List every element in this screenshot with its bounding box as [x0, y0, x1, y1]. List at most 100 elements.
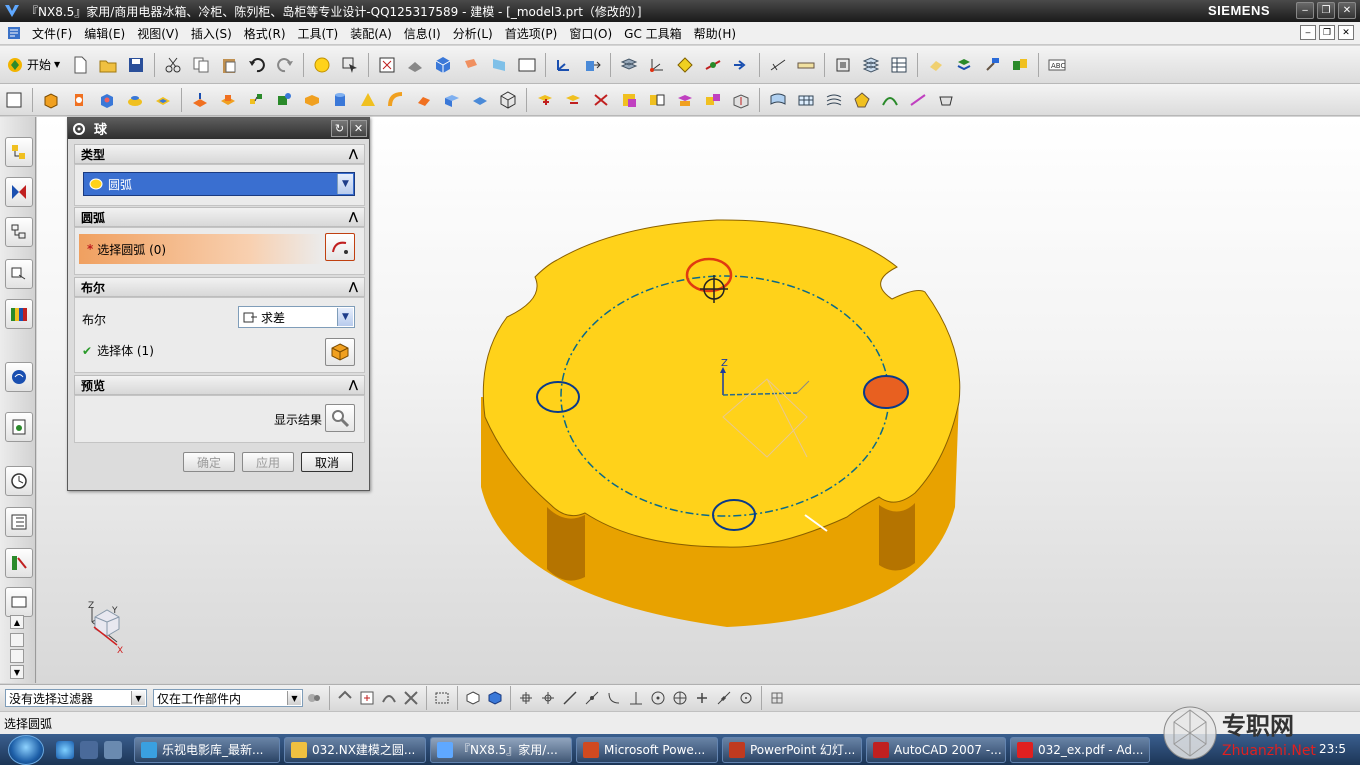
menu-information[interactable]: 信息(I)	[398, 25, 447, 42]
undo-button[interactable]	[245, 53, 269, 77]
process-studio-tab[interactable]	[5, 548, 33, 578]
taskbar-item-nx[interactable]: 『NX8.5』家用/...	[430, 736, 572, 763]
taskbar-item-video[interactable]: 乐视电影库_最新...	[134, 736, 280, 763]
assembly-navigator-tab[interactable]	[5, 137, 33, 167]
snap-point-on-face-button[interactable]	[737, 689, 755, 707]
layer-settings-button[interactable]	[617, 53, 641, 77]
mesh-surface-button[interactable]	[794, 88, 818, 112]
select-body-button[interactable]	[325, 338, 355, 366]
reuse-library-tab[interactable]	[5, 259, 33, 289]
shell-button[interactable]	[729, 88, 753, 112]
restore-button[interactable]: ❐	[1317, 2, 1335, 19]
thicken-button[interactable]	[468, 88, 492, 112]
snap-endpoint-button[interactable]	[517, 689, 535, 707]
system-materials-tab[interactable]	[5, 507, 33, 537]
windows-start-button[interactable]	[8, 734, 44, 765]
color-button[interactable]	[310, 53, 334, 77]
cylinder-button[interactable]	[328, 88, 352, 112]
menu-insert[interactable]: 插入(S)	[185, 25, 238, 42]
collapse-chevron-icon[interactable]: ⋀	[349, 378, 358, 391]
stack-button[interactable]	[859, 53, 883, 77]
arc-section-header[interactable]: 圆弧 ⋀	[74, 207, 365, 227]
snap-arc-center-button[interactable]	[649, 689, 667, 707]
stop-at-intersection-button[interactable]	[402, 689, 420, 707]
csys-button[interactable]	[645, 53, 669, 77]
dropdown-arrow-icon[interactable]: ▼	[337, 308, 353, 326]
collapse-chevron-icon[interactable]: ⋀	[349, 280, 358, 293]
cut-button[interactable]	[161, 53, 185, 77]
dropdown-arrow-icon[interactable]: ▼	[287, 691, 301, 705]
taskbar-item-powerpoint[interactable]: Microsoft Powe...	[576, 736, 718, 763]
select-arc-button[interactable]	[325, 233, 355, 261]
ruler-button[interactable]	[794, 53, 818, 77]
datum-csys-button[interactable]	[244, 88, 268, 112]
subtract-button[interactable]	[561, 88, 585, 112]
dropdown-arrow-icon[interactable]: ▼	[131, 691, 145, 705]
taskbar-item-autocad[interactable]: AutoCAD 2007 -...	[866, 736, 1006, 763]
menu-window[interactable]: 窗口(O)	[563, 25, 618, 42]
open-file-button[interactable]	[96, 53, 120, 77]
show-desktop-icon[interactable]	[80, 740, 98, 759]
menu-analysis[interactable]: 分析(L)	[447, 25, 499, 42]
select-body-filter-button[interactable]	[464, 689, 482, 707]
doc-close-button[interactable]: ✕	[1338, 25, 1354, 40]
snap-tangent-button[interactable]	[605, 689, 623, 707]
type-section-header[interactable]: 类型 ⋀	[74, 144, 365, 164]
intersect-button[interactable]	[589, 88, 613, 112]
scroll-up-arrow[interactable]: ▲	[10, 615, 24, 629]
shaded-view-button[interactable]	[431, 53, 455, 77]
select-all-button[interactable]	[358, 689, 376, 707]
bridge-button[interactable]	[878, 88, 902, 112]
snap-existing-point-button[interactable]	[693, 689, 711, 707]
select-body-row[interactable]: ✔ 选择体 (1)	[82, 342, 154, 359]
background-button[interactable]	[515, 53, 539, 77]
switch-windows-icon[interactable]	[104, 740, 122, 759]
start-button[interactable]: 开始 ▼	[0, 56, 66, 74]
scroll-track[interactable]	[10, 649, 24, 663]
snap-midpoint-button[interactable]	[539, 689, 557, 707]
sweep-button[interactable]	[384, 88, 408, 112]
doc-minimize-button[interactable]: ‒	[1300, 25, 1316, 40]
scale-body-button[interactable]	[701, 88, 725, 112]
apply-button[interactable]: 应用	[242, 452, 294, 472]
preview-section-header[interactable]: 预览 ⋀	[74, 375, 365, 395]
menu-tools[interactable]: 工具(T)	[292, 25, 345, 42]
n-sided-button[interactable]	[850, 88, 874, 112]
hammer-button[interactable]	[980, 53, 1004, 77]
offset-face-button[interactable]	[673, 88, 697, 112]
snap-point-on-curve-button[interactable]	[715, 689, 733, 707]
boolean-dropdown[interactable]: 求差 ▼	[238, 306, 355, 328]
surface-button[interactable]	[766, 88, 790, 112]
paste-button[interactable]	[217, 53, 241, 77]
fit-view-button[interactable]	[375, 53, 399, 77]
scroll-track[interactable]	[10, 633, 24, 647]
redo-button[interactable]	[273, 53, 297, 77]
dialog-title-bar[interactable]: 球 ↻ ✕	[68, 118, 369, 139]
hd3d-tools-tab[interactable]	[5, 299, 33, 329]
select-feature-button[interactable]	[336, 689, 354, 707]
face-tools-button[interactable]	[934, 88, 958, 112]
rectangle-select-button[interactable]	[433, 689, 451, 707]
wave-link-button[interactable]	[729, 53, 753, 77]
block-button[interactable]	[300, 88, 324, 112]
section-view-button[interactable]	[831, 53, 855, 77]
taskbar-item-pdf[interactable]: 032_ex.pdf - Ad...	[1010, 736, 1150, 763]
pad-button[interactable]	[216, 88, 240, 112]
filter-settings-button[interactable]	[305, 689, 323, 707]
copy-button[interactable]	[189, 53, 213, 77]
select-arc-row[interactable]: * 选择圆弧 (0)	[79, 234, 323, 264]
history-tab[interactable]	[5, 466, 33, 496]
menu-edit[interactable]: 编辑(E)	[78, 25, 131, 42]
document-menu-icon[interactable]	[6, 25, 22, 41]
split-body-button[interactable]	[645, 88, 669, 112]
doc-restore-button[interactable]: ❐	[1319, 25, 1335, 40]
select-solid-filter-button[interactable]	[486, 689, 504, 707]
type-dropdown[interactable]: 圆弧 ▼	[83, 172, 355, 196]
component-button[interactable]	[1008, 53, 1032, 77]
extrude-button[interactable]	[39, 88, 63, 112]
text-style-button[interactable]: ABC	[1045, 53, 1069, 77]
snap-grid-button[interactable]	[768, 689, 786, 707]
type-filter-dropdown[interactable]: 没有选择过滤器 ▼	[5, 689, 147, 707]
constraint-navigator-tab[interactable]	[5, 177, 33, 207]
gear-icon[interactable]	[72, 122, 86, 136]
